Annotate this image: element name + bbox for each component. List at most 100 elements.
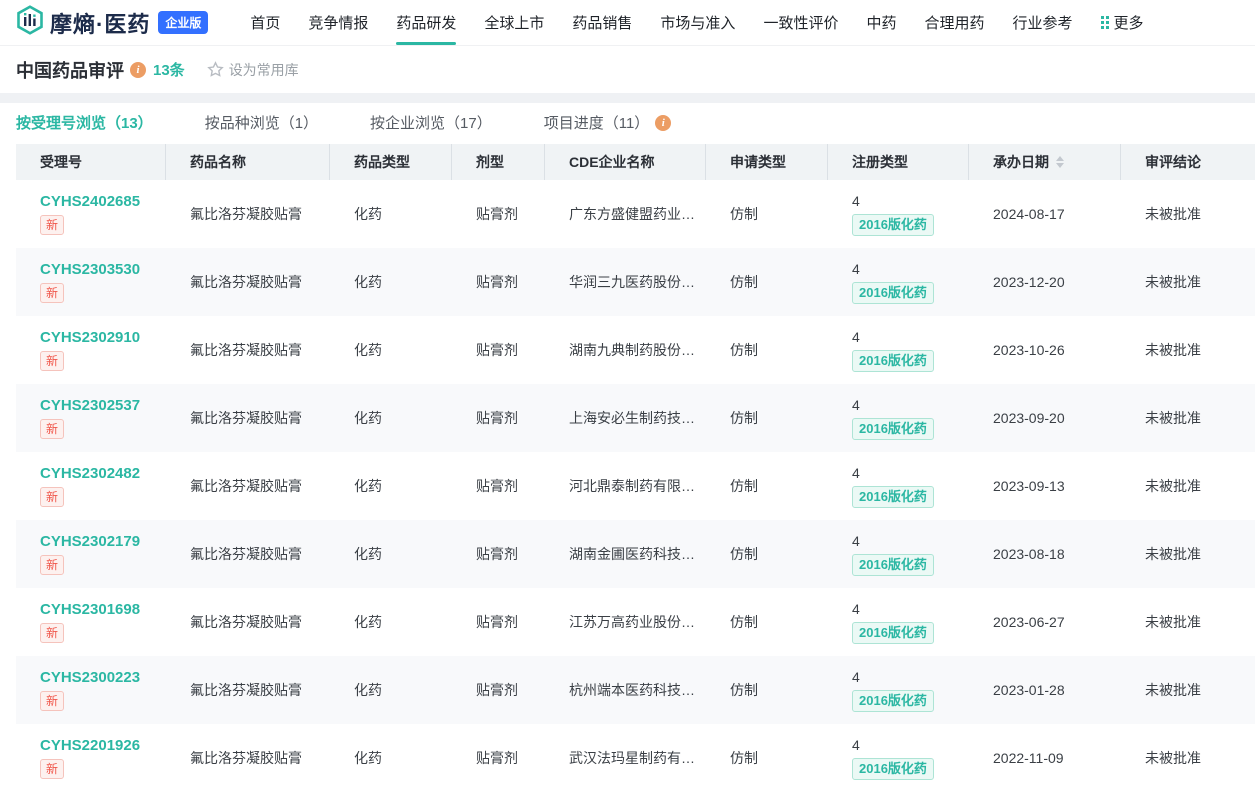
new-badge: 新: [40, 691, 64, 711]
drug-type-cell: 化药: [330, 248, 452, 316]
registration-class: 4: [852, 669, 860, 685]
table-row: CYHS2201926 新 氟比洛芬凝胶贴膏 化药 贴膏剂 武汉法玛星制药有… …: [16, 724, 1255, 788]
review-table: 受理号 药品名称 药品类型 剂型 CDE企业名称 申请类型 注册类型 承办日期 …: [16, 144, 1255, 788]
acceptance-number-link[interactable]: CYHS2201926: [40, 737, 140, 754]
application-type-cell: 仿制: [706, 656, 828, 724]
application-type-cell: 仿制: [706, 180, 828, 248]
nav-item-合理用药[interactable]: 合理用药: [924, 0, 984, 45]
col-header-registration-type: 注册类型: [828, 144, 969, 180]
table-header: 受理号 药品名称 药品类型 剂型 CDE企业名称 申请类型 注册类型 承办日期 …: [16, 144, 1255, 180]
drug-name-cell: 氟比洛芬凝胶贴膏: [166, 656, 330, 724]
registration-tag-badge: 2016版化药: [852, 554, 934, 576]
nav-more-button[interactable]: 更多: [1101, 0, 1144, 45]
nav-item-行业参考[interactable]: 行业参考: [1012, 0, 1072, 45]
brand-name: 摩熵·医药: [50, 7, 150, 39]
registration-class: 4: [852, 261, 860, 277]
tab-按企业浏览（17）[interactable]: 按企业浏览（17）: [370, 112, 492, 133]
company-cell: 河北鼎泰制药有限…: [545, 452, 706, 520]
date-cell: 2023-01-28: [969, 656, 1121, 724]
tab-按受理号浏览（13）[interactable]: 按受理号浏览（13）: [16, 112, 153, 133]
dosage-form-cell: 贴膏剂: [452, 724, 545, 788]
nav-item-药品研发[interactable]: 药品研发: [396, 0, 456, 45]
table-row: CYHS2303530 新 氟比洛芬凝胶贴膏 化药 贴膏剂 华润三九医药股份… …: [16, 248, 1255, 316]
nav-item-市场与准入[interactable]: 市场与准入: [660, 0, 735, 45]
table-row: CYHS2302910 新 氟比洛芬凝胶贴膏 化药 贴膏剂 湖南九典制药股份… …: [16, 316, 1255, 384]
sort-carets-icon[interactable]: [1056, 156, 1064, 168]
page-title: 中国药品审评: [16, 57, 124, 83]
acceptance-number-link[interactable]: CYHS2302910: [40, 329, 140, 346]
registration-tag-badge: 2016版化药: [852, 486, 934, 508]
dosage-form-cell: 贴膏剂: [452, 384, 545, 452]
registration-class: 4: [852, 601, 860, 617]
drug-name-cell: 氟比洛芬凝胶贴膏: [166, 588, 330, 656]
tab-按品种浏览（1）[interactable]: 按品种浏览（1）: [205, 112, 318, 133]
company-cell: 杭州端本医药科技…: [545, 656, 706, 724]
date-cell: 2023-09-13: [969, 452, 1121, 520]
dosage-form-cell: 贴膏剂: [452, 316, 545, 384]
col-header-drug-type: 药品类型: [330, 144, 452, 180]
main-nav: 首页 竞争情报 药品研发 全球上市 药品销售 市场与准入 一致性评价 中药 合理…: [250, 0, 1143, 45]
set-favorite-button[interactable]: 设为常用库: [207, 60, 299, 80]
new-badge: 新: [40, 351, 64, 371]
brand-logo[interactable]: 摩熵·医药 企业版: [16, 5, 208, 40]
registration-class: 4: [852, 397, 860, 413]
company-cell: 广东方盛健盟药业…: [545, 180, 706, 248]
tab-项目进度（11）[interactable]: 项目进度（11） i: [544, 112, 672, 133]
acceptance-number-link[interactable]: CYHS2302537: [40, 397, 140, 414]
nav-item-中药[interactable]: 中药: [866, 0, 896, 45]
drug-type-cell: 化药: [330, 316, 452, 384]
nav-item-一致性评价[interactable]: 一致性评价: [763, 0, 838, 45]
drug-name-cell: 氟比洛芬凝胶贴膏: [166, 180, 330, 248]
col-header-acceptance-no: 受理号: [16, 144, 166, 180]
application-type-cell: 仿制: [706, 452, 828, 520]
dosage-form-cell: 贴膏剂: [452, 520, 545, 588]
nav-item-竞争情报[interactable]: 竞争情报: [308, 0, 368, 45]
company-cell: 湖南金圃医药科技…: [545, 520, 706, 588]
drug-name-cell: 氟比洛芬凝胶贴膏: [166, 248, 330, 316]
date-cell: 2024-08-17: [969, 180, 1121, 248]
drug-type-cell: 化药: [330, 656, 452, 724]
acceptance-number-link[interactable]: CYHS2402685: [40, 193, 140, 210]
drug-name-cell: 氟比洛芬凝胶贴膏: [166, 384, 330, 452]
drug-name-cell: 氟比洛芬凝胶贴膏: [166, 452, 330, 520]
application-type-cell: 仿制: [706, 248, 828, 316]
acceptance-number-link[interactable]: CYHS2301698: [40, 601, 140, 618]
conclusion-cell: 未被批准: [1121, 656, 1255, 724]
star-outline-icon: [207, 61, 224, 78]
nav-item-药品销售[interactable]: 药品销售: [572, 0, 632, 45]
table-row: CYHS2302179 新 氟比洛芬凝胶贴膏 化药 贴膏剂 湖南金圃医药科技… …: [16, 520, 1255, 588]
acceptance-number-link[interactable]: CYHS2302482: [40, 465, 140, 482]
acceptance-number-link[interactable]: CYHS2300223: [40, 669, 140, 686]
registration-class: 4: [852, 737, 860, 753]
registration-tag-badge: 2016版化药: [852, 214, 934, 236]
drug-name-cell: 氟比洛芬凝胶贴膏: [166, 316, 330, 384]
registration-tag-badge: 2016版化药: [852, 350, 934, 372]
company-cell: 上海安必生制药技…: [545, 384, 706, 452]
registration-class: 4: [852, 329, 860, 345]
drug-type-cell: 化药: [330, 452, 452, 520]
new-badge: 新: [40, 555, 64, 575]
application-type-cell: 仿制: [706, 384, 828, 452]
drug-name-cell: 氟比洛芬凝胶贴膏: [166, 520, 330, 588]
acceptance-number-link[interactable]: CYHS2303530: [40, 261, 140, 278]
drug-name-cell: 氟比洛芬凝胶贴膏: [166, 724, 330, 788]
logo-hexagon-chart-icon: [16, 5, 44, 40]
registration-tag-badge: 2016版化药: [852, 622, 934, 644]
result-count: 13条: [153, 59, 185, 80]
nav-item-全球上市[interactable]: 全球上市: [484, 0, 544, 45]
new-badge: 新: [40, 215, 64, 235]
registration-tag-badge: 2016版化药: [852, 282, 934, 304]
info-circle-icon[interactable]: i: [130, 62, 146, 78]
col-header-conclusion: 审评结论: [1121, 144, 1255, 180]
registration-class: 4: [852, 533, 860, 549]
table-row: CYHS2402685 新 氟比洛芬凝胶贴膏 化药 贴膏剂 广东方盛健盟药业… …: [16, 180, 1255, 248]
nav-item-首页[interactable]: 首页: [250, 0, 280, 45]
top-navbar: 摩熵·医药 企业版 首页 竞争情报 药品研发 全球上市 药品销售 市场与准入 一…: [0, 0, 1255, 46]
company-cell: 江苏万高药业股份…: [545, 588, 706, 656]
col-header-application-type: 申请类型: [706, 144, 828, 180]
info-circle-icon[interactable]: i: [655, 115, 671, 131]
acceptance-number-link[interactable]: CYHS2302179: [40, 533, 140, 550]
edition-badge: 企业版: [158, 11, 208, 34]
registration-tag-badge: 2016版化药: [852, 690, 934, 712]
company-cell: 武汉法玛星制药有…: [545, 724, 706, 788]
